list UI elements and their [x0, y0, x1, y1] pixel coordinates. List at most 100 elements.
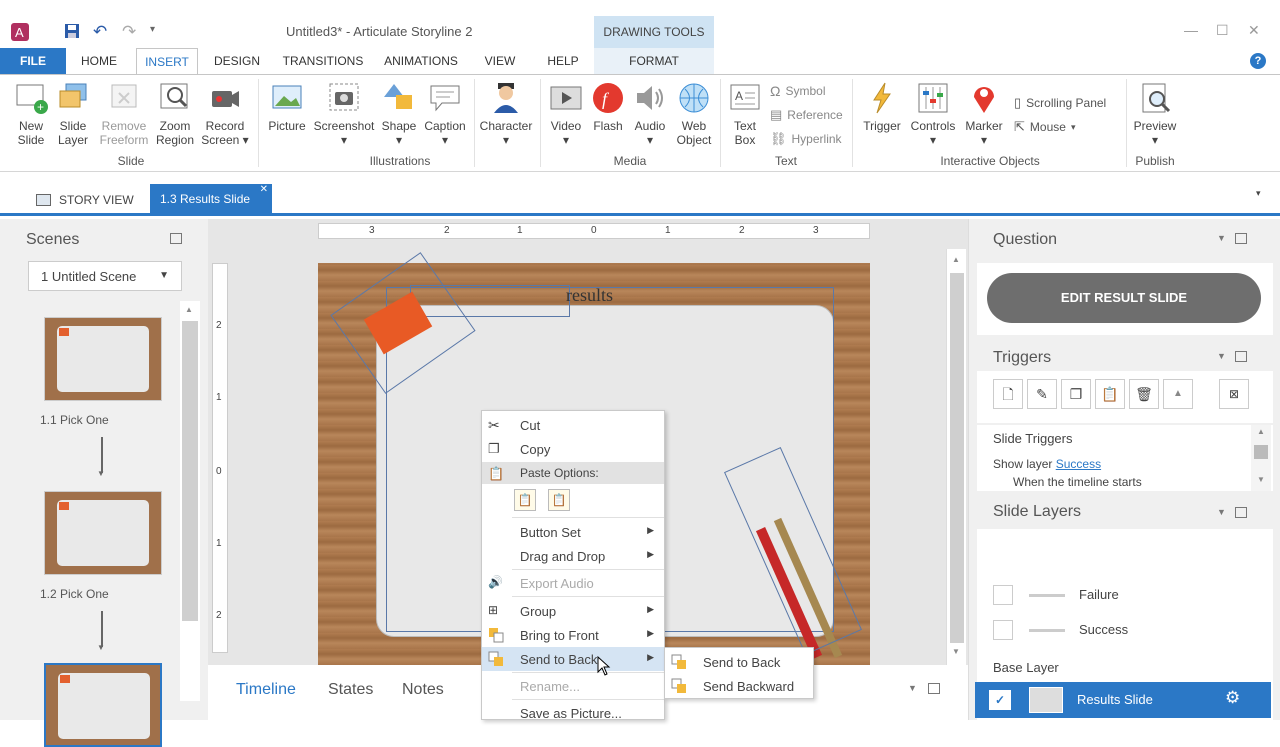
audio-button[interactable]: Audio ▾: [630, 81, 670, 147]
screenshot-button[interactable]: Screenshot ▾: [312, 81, 376, 147]
trigger-toolbar: 🗋 ✎ ❐ 📋 🗑 ▲ ⊠: [977, 371, 1273, 423]
slide-layer-button[interactable]: Slide Layer: [54, 81, 92, 147]
flash-button[interactable]: f Flash: [588, 81, 628, 133]
base-layer-row[interactable]: ✓ Results Slide ⚙: [975, 682, 1271, 718]
tab-format[interactable]: FORMAT: [594, 48, 714, 74]
slide-thumbnail-1-2[interactable]: [44, 491, 162, 575]
edit-trigger-icon[interactable]: ✎: [1027, 379, 1057, 409]
scrollbar-thumb[interactable]: [950, 273, 964, 643]
tab-file[interactable]: FILE: [0, 48, 66, 74]
base-layer-name[interactable]: Results Slide: [1077, 692, 1153, 707]
record-screen-button[interactable]: Record Screen ▾: [200, 81, 250, 147]
menu-item-cut[interactable]: ✂ Cut: [482, 413, 664, 437]
menu-item-save-as-picture[interactable]: Save as Picture...: [482, 701, 664, 725]
paste-trigger-icon[interactable]: 📋: [1095, 379, 1125, 409]
panel-float-icon[interactable]: [1235, 351, 1247, 362]
layer-name[interactable]: Success: [1079, 622, 1128, 637]
results-slide-tab[interactable]: 1.3 Results Slide ✕: [150, 184, 272, 216]
zoom-region-button[interactable]: Zoom Region: [154, 81, 196, 147]
maximize-button[interactable]: ☐: [1216, 22, 1229, 39]
redo-icon[interactable]: ↷: [122, 22, 136, 42]
tab-animations[interactable]: ANIMATIONS: [378, 48, 464, 74]
marker-button[interactable]: Marker ▾: [962, 81, 1006, 147]
tab-insert[interactable]: INSERT: [136, 48, 198, 75]
minimize-button[interactable]: —: [1184, 22, 1198, 38]
panel-float-icon[interactable]: [1235, 233, 1247, 244]
delete-trigger-icon[interactable]: 🗑: [1129, 379, 1159, 409]
hyperlink-button[interactable]: ⛓ Hyperlink: [770, 131, 842, 147]
menu-item-button-set[interactable]: Button Set ▶: [482, 520, 664, 544]
layer-visibility-checkbox[interactable]: [993, 620, 1013, 640]
quick-access-dropdown-icon[interactable]: ▾: [150, 24, 155, 35]
trigger-options-icon[interactable]: ⊠: [1219, 379, 1249, 409]
trigger-button[interactable]: Trigger: [860, 81, 904, 133]
close-tab-icon[interactable]: ✕: [260, 175, 268, 205]
tab-help[interactable]: HELP: [540, 48, 586, 74]
tab-notes[interactable]: Notes: [402, 681, 444, 699]
chevron-down-icon[interactable]: ▼: [1217, 507, 1226, 517]
gear-icon[interactable]: ⚙: [1225, 688, 1240, 708]
menu-item-copy[interactable]: ❐ Copy: [482, 437, 664, 461]
slide-thumbnail-1-1[interactable]: [44, 317, 162, 401]
close-button[interactable]: ✕: [1248, 22, 1260, 39]
help-icon[interactable]: ?: [1250, 53, 1266, 69]
tab-states[interactable]: States: [328, 681, 373, 699]
shape-button[interactable]: Shape ▾: [380, 81, 418, 147]
chevron-down-icon[interactable]: ▼: [1217, 351, 1226, 361]
undo-icon[interactable]: ↶: [93, 22, 107, 42]
symbol-button[interactable]: Ω Symbol: [770, 83, 825, 99]
preview-button[interactable]: Preview ▾: [1130, 81, 1180, 147]
save-icon[interactable]: [64, 23, 80, 39]
paste-keep-formatting-icon[interactable]: 📋: [514, 489, 536, 511]
edit-result-slide-button[interactable]: EDIT RESULT SLIDE: [987, 273, 1261, 323]
tabs-dropdown-icon[interactable]: ▾: [1256, 188, 1261, 199]
copy-trigger-icon[interactable]: ❐: [1061, 379, 1091, 409]
tab-timeline[interactable]: Timeline: [236, 681, 296, 699]
checkmark-icon[interactable]: ✓: [989, 690, 1011, 710]
controls-button[interactable]: Controls ▾: [906, 81, 960, 147]
trigger-scrollbar[interactable]: ▲ ▼: [1251, 425, 1271, 491]
new-trigger-icon[interactable]: 🗋: [993, 379, 1023, 409]
story-view-tab[interactable]: STORY VIEW: [36, 184, 134, 216]
scrollbar-thumb[interactable]: [182, 321, 198, 621]
panel-float-icon[interactable]: [928, 683, 940, 694]
tab-transitions[interactable]: TRANSITIONS: [276, 48, 370, 74]
trigger-row[interactable]: Show layer Success: [993, 457, 1101, 471]
panel-float-icon[interactable]: [170, 233, 182, 244]
web-object-button[interactable]: Web Object: [672, 81, 716, 147]
scrolling-panel-button[interactable]: ▯ Scrolling Panel: [1014, 95, 1106, 111]
chevron-down-icon[interactable]: ▼: [1217, 233, 1226, 243]
mouse-button[interactable]: ⇱ Mouse ▾: [1014, 119, 1075, 135]
reference-button[interactable]: ▤ Reference: [770, 107, 843, 123]
trigger-link[interactable]: Success: [1056, 457, 1101, 471]
menu-item-send-to-back[interactable]: Send to Back ▶: [482, 647, 664, 671]
caption-button[interactable]: Caption ▾: [422, 81, 468, 147]
layer-visibility-checkbox[interactable]: [993, 585, 1013, 605]
character-button[interactable]: Character ▾: [478, 81, 534, 147]
submenu-item-send-backward[interactable]: Send Backward: [665, 674, 813, 698]
submenu-item-send-to-back[interactable]: Send to Back: [665, 650, 813, 674]
menu-item-bring-to-front[interactable]: Bring to Front ▶: [482, 623, 664, 647]
tab-home[interactable]: HOME: [74, 48, 124, 74]
move-up-icon[interactable]: ▲: [1163, 379, 1193, 409]
menu-item-group[interactable]: ⊞ Group ▶: [482, 599, 664, 623]
tab-design[interactable]: DESIGN: [208, 48, 266, 74]
video-button[interactable]: Video ▾: [546, 81, 586, 147]
tab-view[interactable]: VIEW: [476, 48, 524, 74]
text-box-button[interactable]: A Text Box: [724, 81, 766, 147]
remove-freeform-button[interactable]: Remove Freeform: [96, 81, 152, 147]
results-title[interactable]: results: [566, 285, 613, 306]
panel-float-icon[interactable]: [1235, 507, 1247, 518]
layer-name[interactable]: Failure: [1079, 587, 1119, 602]
slide-thumbnail-1-3[interactable]: [44, 663, 162, 747]
stage-scrollbar[interactable]: ▲ ▼: [946, 249, 966, 665]
picture-button[interactable]: Picture: [264, 81, 310, 133]
menu-item-drag-and-drop[interactable]: Drag and Drop ▶: [482, 544, 664, 568]
new-slide-button[interactable]: + New Slide: [10, 81, 52, 147]
menu-item-export-audio[interactable]: 🔊 Export Audio: [482, 571, 664, 595]
scene-dropdown[interactable]: 1 Untitled Scene ▼: [28, 261, 182, 291]
chevron-down-icon[interactable]: ▼: [908, 683, 917, 693]
paste-destination-theme-icon[interactable]: 📋: [548, 489, 570, 511]
scenes-scrollbar[interactable]: ▲: [180, 301, 200, 701]
menu-item-rename[interactable]: Rename...: [482, 674, 664, 698]
